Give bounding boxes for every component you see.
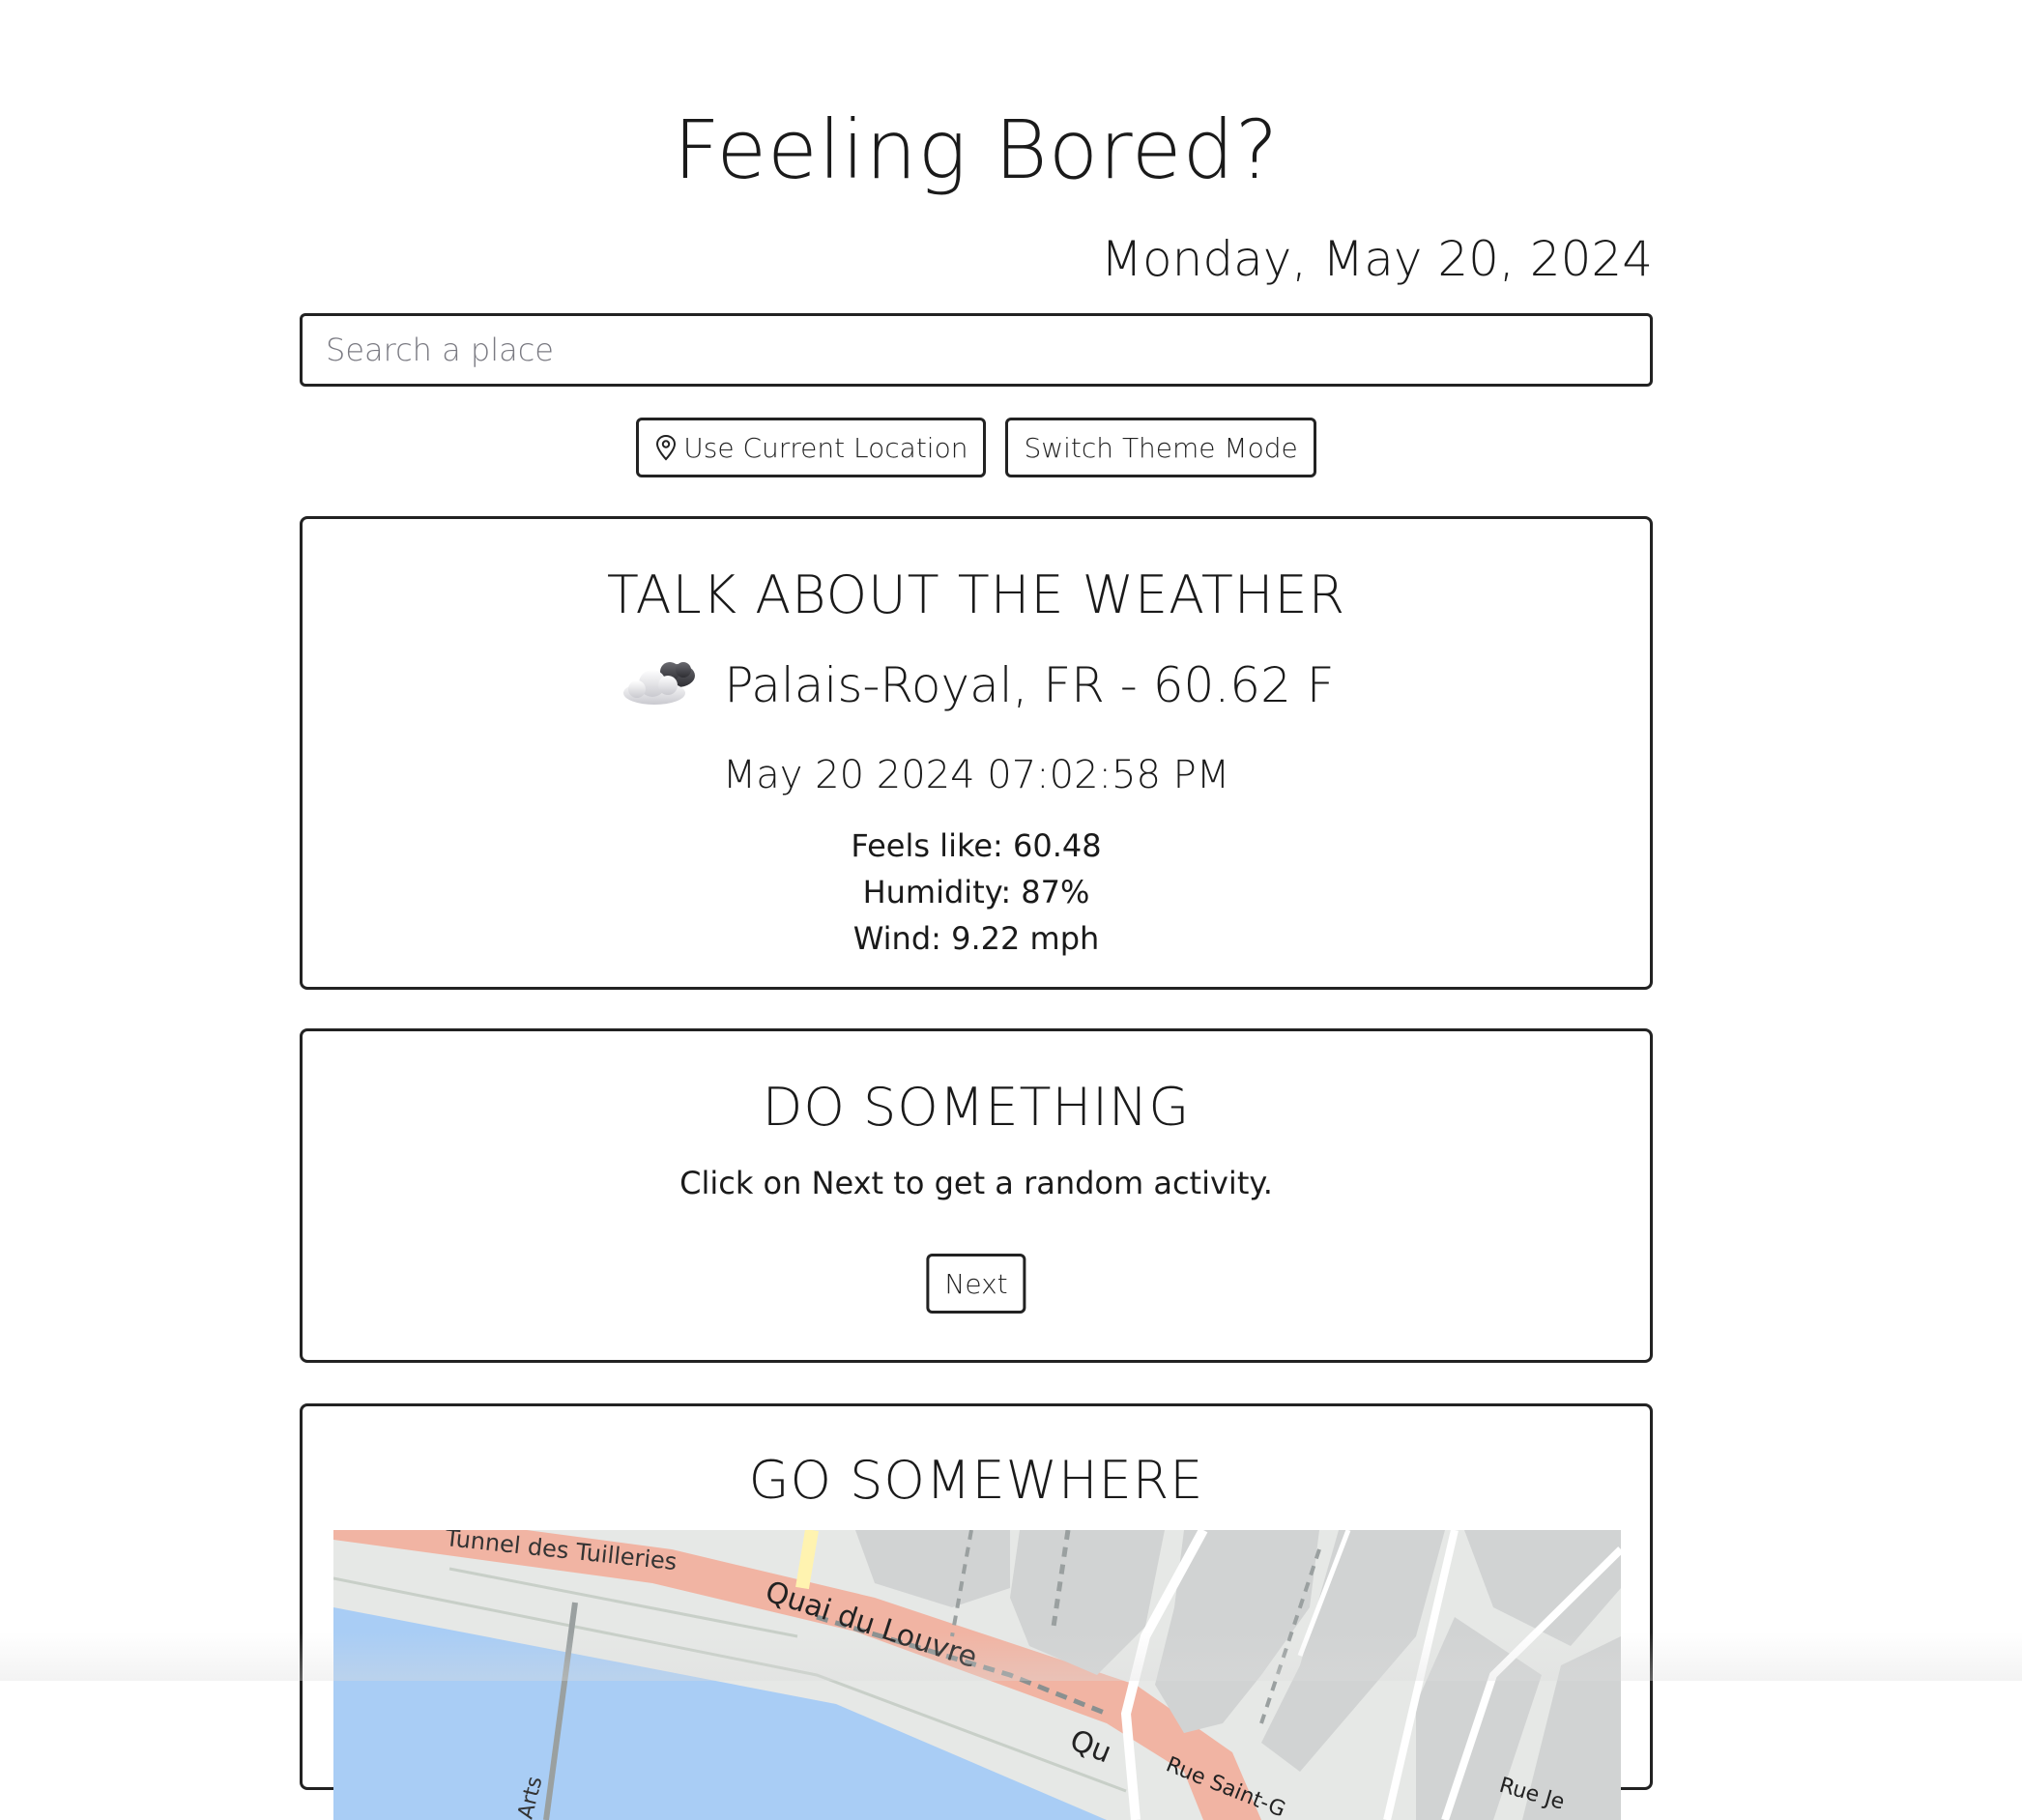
current-date: Monday, May 20, 2024 — [1100, 231, 1653, 287]
map-pin-icon — [654, 434, 678, 461]
use-current-location-button[interactable]: Use Current Location — [636, 418, 987, 477]
partly-cloudy-icon — [618, 654, 705, 723]
activity-text: Click on Next to get a random activity. — [679, 1165, 1273, 1201]
weather-card: TALK ABOUT THE WEATHER Palais-Royal, FR … — [300, 516, 1653, 990]
weather-stats: Feels like: 60.48 Humidity: 87% Wind: 9.… — [303, 823, 1650, 962]
switch-theme-button[interactable]: Switch Theme Mode — [1005, 418, 1316, 477]
places-title: GO SOMEWHERE — [748, 1450, 1204, 1511]
weather-location: Palais-Royal, FR - 60.62 F — [724, 657, 1335, 713]
page-title: Feeling Bored? — [673, 102, 1280, 197]
wind: Wind: 9.22 mph — [852, 920, 1100, 957]
weather-datetime: May 20 2024 07:02:58 PM — [722, 753, 1230, 797]
use-current-location-label: Use Current Location — [683, 431, 968, 464]
weather-location-line: Palais-Royal, FR - 60.62 F — [303, 654, 1650, 723]
places-card: GO SOMEWHERE Tunnel des Tuilleries Quai … — [300, 1403, 1653, 1820]
switch-theme-label: Switch Theme Mode — [1024, 431, 1298, 464]
feels-like: Feels like: 60.48 — [851, 827, 1102, 864]
search-input[interactable] — [300, 313, 1653, 387]
humidity: Humidity: 87% — [862, 874, 1090, 910]
weather-title: TALK ABOUT THE WEATHER — [606, 564, 1346, 625]
control-buttons: Use Current Location Switch Theme Mode — [300, 418, 1653, 477]
next-button[interactable]: Next — [926, 1254, 1026, 1314]
next-label: Next — [944, 1267, 1008, 1300]
map[interactable]: Tunnel des Tuilleries Quai du Louvre Qu … — [333, 1530, 1621, 1820]
activity-card: DO SOMETHING Click on Next to get a rand… — [300, 1028, 1653, 1363]
activity-title: DO SOMETHING — [762, 1077, 1191, 1138]
